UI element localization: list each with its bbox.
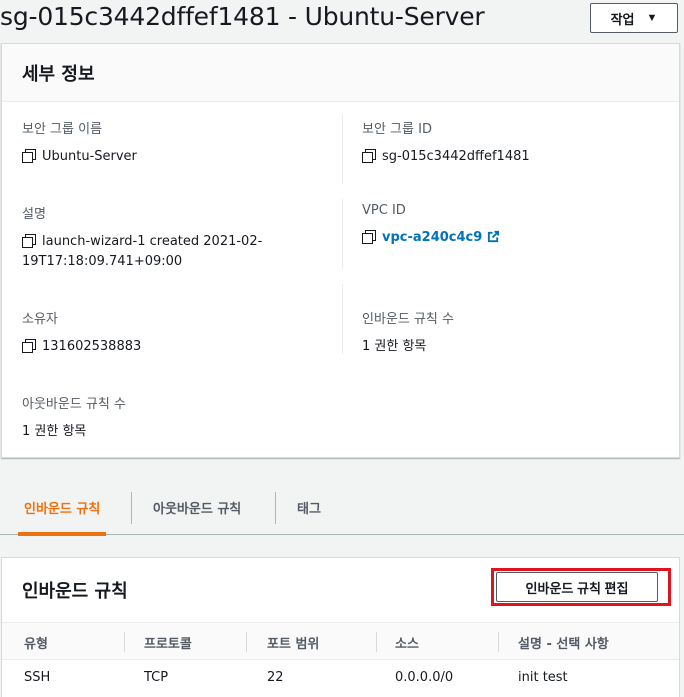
details-heading: 세부 정보 bbox=[22, 63, 95, 85]
sg-id-value: sg-015c3442dffef1481 bbox=[382, 149, 530, 164]
inbound-count-value: 1 권한 항목 bbox=[362, 339, 427, 354]
cell-source: 0.0.0.0/0 bbox=[395, 669, 454, 685]
outbound-count-value: 1 권한 항목 bbox=[22, 424, 87, 439]
description-label: 설명 bbox=[22, 207, 46, 222]
sg-id-label: 보안 그룹 ID bbox=[362, 122, 432, 137]
column-resizer[interactable] bbox=[498, 632, 499, 652]
column-divider bbox=[342, 114, 343, 184]
column-header-type[interactable]: 유형 bbox=[24, 623, 48, 661]
owner-label: 소유자 bbox=[22, 312, 58, 327]
caret-down-icon: ▼ bbox=[646, 12, 658, 24]
tab-outbound-rules[interactable]: 아웃바운드 규칙 bbox=[153, 480, 241, 535]
tab-divider bbox=[275, 492, 276, 524]
inbound-count-label: 인바운드 규칙 수 bbox=[362, 312, 454, 327]
table-header: 유형 프로토콜 포트 범위 소스 설명 - 선택 사항 bbox=[2, 622, 679, 660]
tab-tags[interactable]: 태그 bbox=[297, 480, 321, 535]
vpc-id-field: VPC ID vpc-a240c4c9 bbox=[362, 203, 500, 248]
outbound-count-field: 아웃바운드 규칙 수 1 권한 항목 bbox=[22, 393, 126, 442]
column-resizer[interactable] bbox=[376, 632, 377, 652]
vpc-id-label: VPC ID bbox=[362, 203, 406, 218]
description-field: 설명 launch-wizard-1 created 2021-02- 19T1… bbox=[22, 203, 322, 272]
copy-icon[interactable] bbox=[22, 149, 36, 163]
description-value-line2: 19T17:18:09.741+09:00 bbox=[22, 254, 183, 269]
copy-icon[interactable] bbox=[362, 230, 376, 244]
owner-value: 131602538883 bbox=[42, 339, 142, 354]
details-header: 세부 정보 bbox=[2, 44, 679, 102]
cell-description: init test bbox=[518, 669, 568, 685]
column-resizer[interactable] bbox=[124, 632, 125, 652]
cell-protocol: TCP bbox=[144, 669, 169, 685]
inbound-count-field: 인바운드 규칙 수 1 권한 항목 bbox=[362, 308, 454, 357]
table-row: SSH TCP 22 0.0.0.0/0 init test bbox=[2, 660, 679, 694]
vpc-id-link[interactable]: vpc-a240c4c9 bbox=[382, 230, 482, 245]
actions-dropdown-button[interactable]: 작업 ▼ bbox=[590, 3, 678, 33]
actions-button-label: 작업 bbox=[610, 11, 635, 27]
sg-name-field: 보안 그룹 이름 Ubuntu-Server bbox=[22, 118, 137, 167]
column-header-port-range[interactable]: 포트 범위 bbox=[267, 623, 319, 661]
tab-divider bbox=[131, 492, 132, 524]
column-header-description[interactable]: 설명 - 선택 사항 bbox=[518, 623, 609, 661]
owner-field: 소유자 131602538883 bbox=[22, 308, 141, 357]
page-title: sg-015c3442dffef1481 - Ubuntu-Server bbox=[0, 2, 485, 31]
sg-name-label: 보안 그룹 이름 bbox=[22, 122, 103, 137]
copy-icon[interactable] bbox=[22, 234, 36, 248]
tab-inbound-rules[interactable]: 인바운드 규칙 bbox=[17, 480, 107, 536]
outbound-count-label: 아웃바운드 규칙 수 bbox=[22, 397, 126, 412]
cell-type: SSH bbox=[24, 669, 51, 685]
sg-name-value: Ubuntu-Server bbox=[42, 149, 137, 164]
column-resizer[interactable] bbox=[246, 632, 247, 652]
highlight-box bbox=[491, 568, 671, 606]
description-value-line1: launch-wizard-1 created 2021-02- bbox=[42, 234, 263, 249]
column-divider bbox=[342, 284, 343, 354]
copy-icon[interactable] bbox=[22, 339, 36, 353]
details-panel: 세부 정보 보안 그룹 이름 Ubuntu-Server 보안 그룹 ID sg… bbox=[1, 43, 680, 458]
cell-port-range: 22 bbox=[267, 669, 284, 685]
column-divider bbox=[342, 199, 343, 269]
column-header-protocol[interactable]: 프로토콜 bbox=[144, 623, 192, 661]
inbound-rules-panel: 인바운드 규칙 인바운드 규칙 편집 유형 프로토콜 포트 범위 소스 설명 -… bbox=[1, 557, 680, 697]
copy-icon[interactable] bbox=[362, 149, 376, 163]
inbound-rules-heading: 인바운드 규칙 bbox=[22, 581, 128, 602]
external-link-icon[interactable] bbox=[487, 230, 500, 243]
rules-tabs: 인바운드 규칙 아웃바운드 규칙 태그 bbox=[0, 480, 684, 536]
sg-id-field: 보안 그룹 ID sg-015c3442dffef1481 bbox=[362, 118, 530, 167]
column-header-source[interactable]: 소스 bbox=[395, 623, 419, 661]
